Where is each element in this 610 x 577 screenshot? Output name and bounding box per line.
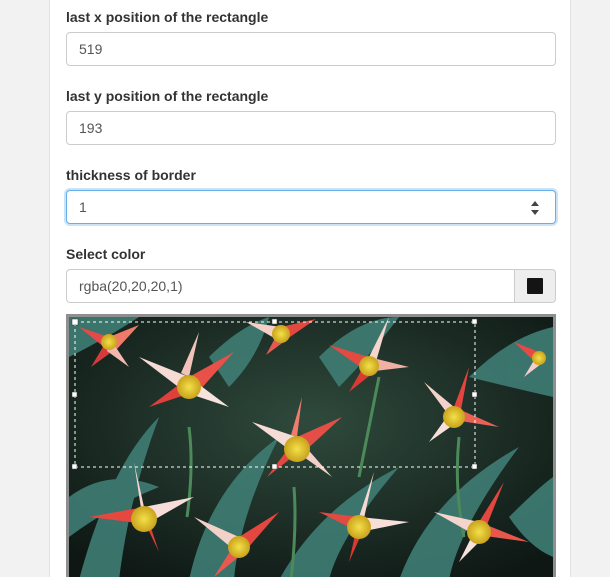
image-canvas[interactable] <box>66 314 556 577</box>
x-position-input[interactable]: 519 <box>66 32 556 66</box>
border-thickness-input[interactable]: 1 <box>66 190 556 224</box>
y-position-input[interactable]: 193 <box>66 111 556 145</box>
color-picker-button[interactable] <box>514 269 556 303</box>
select-color-label: Select color <box>66 246 146 262</box>
tulip-photo <box>69 317 553 577</box>
border-thickness-label: thickness of border <box>66 167 196 183</box>
color-swatch <box>527 278 543 294</box>
y-position-label: last y position of the rectangle <box>66 88 269 104</box>
color-value-input[interactable]: rgba(20,20,20,1) <box>66 269 515 303</box>
up-down-arrows-icon[interactable] <box>528 198 542 218</box>
x-position-label: last x position of the rectangle <box>66 9 269 25</box>
